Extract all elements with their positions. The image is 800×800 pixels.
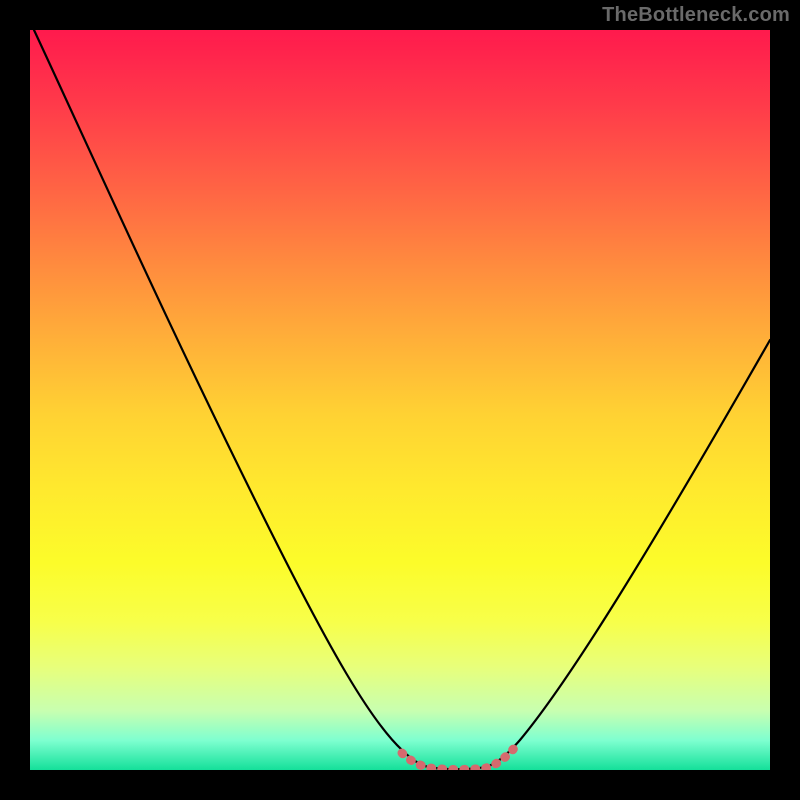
plot-area [30,30,770,770]
min-band-marker [402,746,516,770]
chart-frame: TheBottleneck.com [0,0,800,800]
attribution-text: TheBottleneck.com [602,4,790,27]
curve-layer [30,30,770,770]
bottleneck-curve [34,30,770,769]
